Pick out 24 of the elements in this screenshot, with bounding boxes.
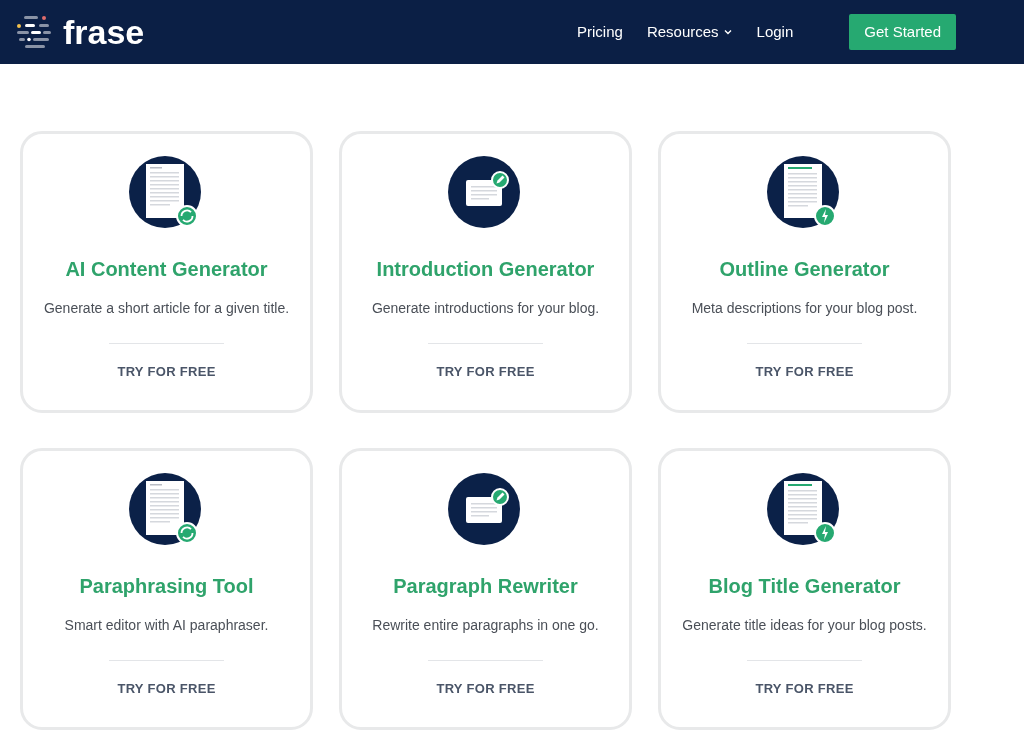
- brand-name: frase: [63, 15, 145, 49]
- card-description: Generate a short article for a given title.: [43, 299, 290, 318]
- nav-link[interactable]: Login: [756, 20, 794, 44]
- try-for-free-link[interactable]: TRY FOR FREE: [117, 362, 216, 382]
- card-description: Generate title ideas for your blog posts.: [682, 616, 927, 635]
- chevron-down-icon: [722, 27, 733, 37]
- try-for-free-link[interactable]: TRY FOR FREE: [755, 362, 854, 382]
- try-for-free-link[interactable]: TRY FOR FREE: [436, 679, 535, 699]
- card-title: Introduction Generator: [376, 257, 595, 282]
- logo-icon: [16, 14, 54, 50]
- card-title: Blog Title Generator: [708, 574, 901, 599]
- try-for-free-link[interactable]: TRY FOR FREE: [755, 679, 854, 699]
- card-title: Outline Generator: [719, 257, 890, 282]
- card-description: Generate introductions for your blog.: [371, 299, 600, 318]
- card-title: Paragraph Rewriter: [393, 574, 578, 599]
- nav-link[interactable]: Resources: [646, 20, 733, 44]
- card-description: Meta descriptions for your blog post.: [691, 299, 918, 318]
- card-description: Smart editor with AI paraphraser.: [64, 616, 269, 635]
- card-title: Paraphrasing Tool: [79, 574, 254, 599]
- card-description: Rewrite entire paragraphs in one go.: [372, 616, 599, 635]
- try-for-free-link[interactable]: TRY FOR FREE: [436, 362, 535, 382]
- try-for-free-link[interactable]: TRY FOR FREE: [117, 679, 216, 699]
- card-title: AI Content Generator: [65, 257, 268, 282]
- nav-link[interactable]: Pricing: [577, 20, 623, 44]
